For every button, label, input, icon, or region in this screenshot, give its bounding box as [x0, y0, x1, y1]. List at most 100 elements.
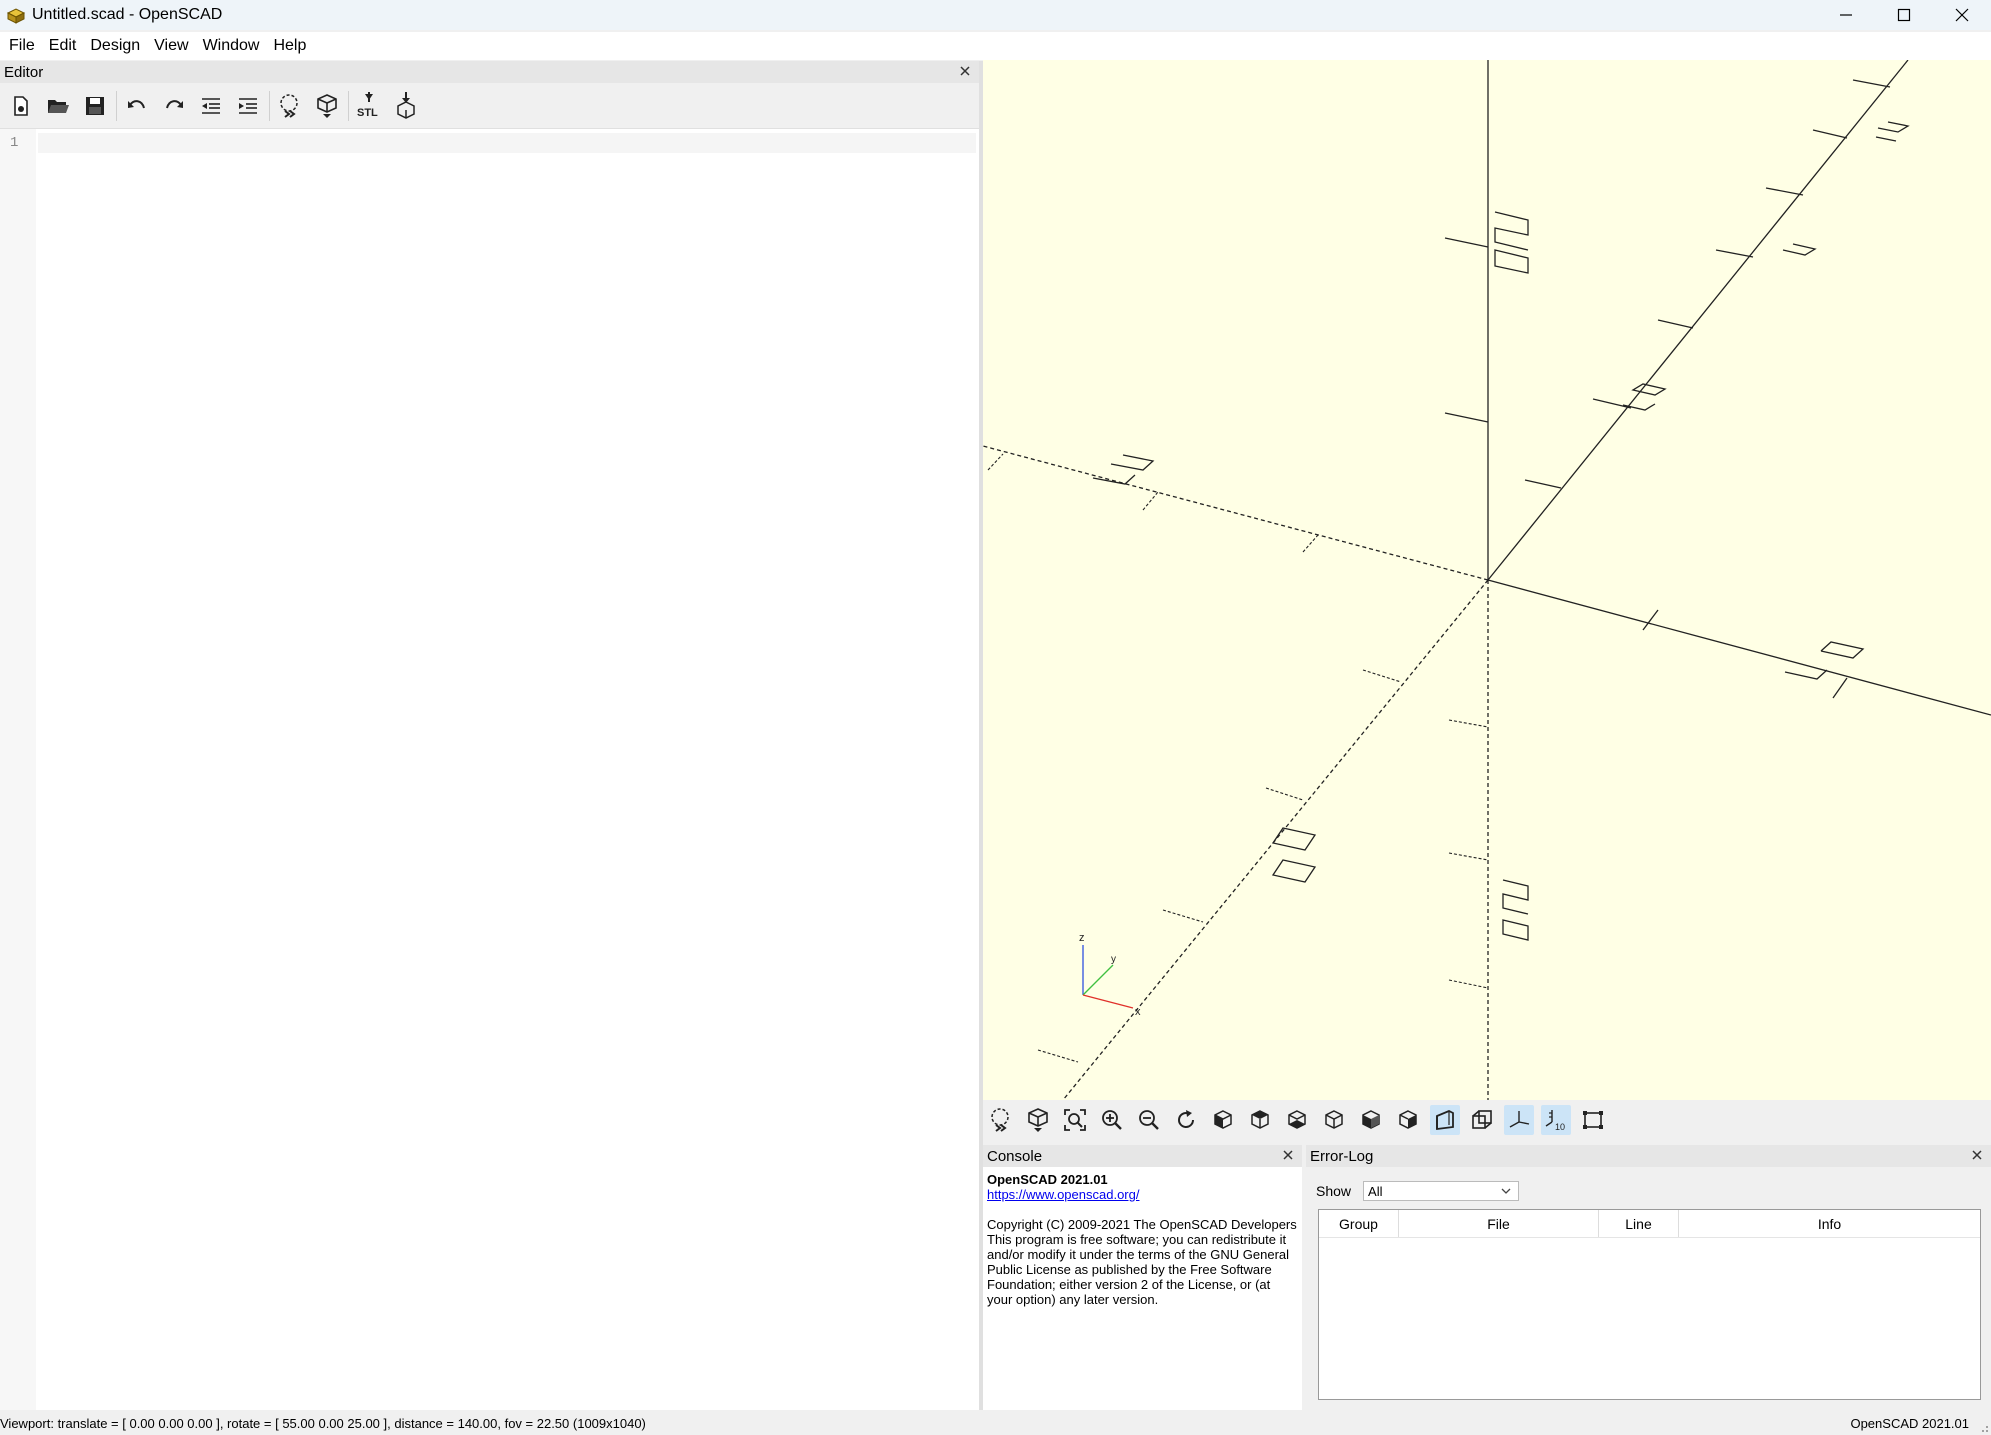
x-axis-negative	[983, 445, 1489, 581]
indent-button[interactable]	[232, 90, 264, 122]
edges-icon	[1583, 1111, 1603, 1129]
scale-markers-icon: 10	[1545, 1110, 1565, 1132]
scale-ticks-negative	[987, 453, 1489, 1063]
show-label: Show	[1316, 1183, 1352, 1199]
unindent-button[interactable]	[195, 90, 227, 122]
zoom-in-icon	[1102, 1110, 1122, 1130]
column-header-line[interactable]: Line	[1599, 1210, 1679, 1237]
indent-icon	[239, 97, 257, 114]
code-editor[interactable]: 1	[0, 129, 979, 1410]
view-left-button[interactable]	[1319, 1105, 1349, 1135]
console-title-bar: Console	[983, 1145, 1302, 1167]
3d-viewport[interactable]: z y x	[983, 60, 1991, 1100]
column-header-file[interactable]: File	[1399, 1210, 1599, 1237]
console-close-icon[interactable]	[1280, 1147, 1296, 1163]
svg-text:10: 10	[1555, 1122, 1565, 1132]
axes-icon	[1509, 1111, 1530, 1128]
view-bottom-icon	[1288, 1110, 1306, 1129]
view-bottom-button[interactable]	[1282, 1105, 1312, 1135]
zoom-fit-icon	[1064, 1109, 1086, 1131]
undo-button[interactable]	[121, 90, 153, 122]
menu-design[interactable]: Design	[83, 37, 147, 55]
axis-indicator-x	[1082, 994, 1134, 1009]
console-output[interactable]: OpenSCAD 2021.01 https://www.openscad.or…	[983, 1167, 1302, 1312]
viewport-status: Viewport: translate = [ 0.00 0.00 0.00 ]…	[0, 1416, 646, 1431]
orthogonal-icon	[1472, 1110, 1492, 1129]
zoom-in-button[interactable]	[1097, 1105, 1127, 1135]
preview-icon	[280, 93, 298, 118]
axis-indicator: z y x	[1079, 932, 1141, 1018]
axis-label-z: z	[1079, 932, 1085, 944]
minimize-button[interactable]	[1817, 0, 1875, 30]
view-top-button[interactable]	[1245, 1105, 1275, 1135]
axis-label-y: y	[1111, 954, 1116, 965]
orthogonal-button[interactable]	[1467, 1105, 1497, 1135]
column-header-info[interactable]: Info	[1679, 1210, 1980, 1237]
editor-title: Editor	[4, 63, 44, 81]
redo-button[interactable]	[158, 90, 190, 122]
axis-label-x: x	[1135, 1006, 1141, 1018]
view-back-icon	[1399, 1110, 1417, 1129]
send-to-print-button[interactable]	[390, 90, 422, 122]
menu-help[interactable]: Help	[266, 37, 313, 55]
view-back-button[interactable]	[1393, 1105, 1423, 1135]
new-file-button[interactable]	[5, 90, 37, 122]
error-log-close-icon[interactable]	[1969, 1147, 1985, 1163]
show-filter-select[interactable]: All	[1363, 1181, 1520, 1201]
export-stl-button[interactable]: STL	[353, 90, 385, 122]
undo-icon	[128, 99, 145, 108]
error-log-panel: Error-Log Show All Group File Line Info	[1306, 1145, 1991, 1410]
close-window-button[interactable]	[1933, 0, 1991, 30]
perspective-icon	[1436, 1110, 1454, 1131]
column-header-group[interactable]: Group	[1319, 1210, 1399, 1237]
view-right-button[interactable]	[1208, 1105, 1238, 1135]
menu-view[interactable]: View	[147, 37, 195, 55]
view-front-button[interactable]	[1356, 1105, 1386, 1135]
show-axes-button[interactable]	[1504, 1105, 1534, 1135]
console-version-heading: OpenSCAD 2021.01	[987, 1172, 1108, 1187]
error-log-table[interactable]: Group File Line Info	[1318, 1209, 1981, 1400]
show-scale-markers-button[interactable]: 10	[1541, 1105, 1571, 1135]
openscad-website-link[interactable]: https://www.openscad.org/	[987, 1187, 1298, 1202]
save-icon	[86, 96, 104, 115]
toolbar-separator	[116, 90, 117, 121]
unindent-icon	[202, 97, 220, 114]
open-file-button[interactable]	[42, 90, 74, 122]
version-status: OpenSCAD 2021.01	[1850, 1416, 1969, 1431]
editor-close-icon[interactable]	[957, 63, 973, 79]
render-button[interactable]	[311, 90, 343, 122]
resize-grip-icon[interactable]	[1977, 1421, 1989, 1433]
show-edges-button[interactable]	[1578, 1105, 1608, 1135]
error-log-title: Error-Log	[1310, 1147, 1374, 1165]
reset-view-button[interactable]	[1171, 1105, 1201, 1135]
print-3d-icon	[397, 91, 415, 119]
menu-edit[interactable]: Edit	[42, 37, 84, 55]
close-icon	[1955, 8, 1969, 22]
svg-text:STL: STL	[357, 107, 378, 119]
console-panel: Console OpenSCAD 2021.01 https://www.ope…	[983, 1145, 1302, 1410]
viewport-toolbar: 10	[983, 1100, 1991, 1140]
maximize-icon	[1897, 8, 1911, 22]
vp-preview-button[interactable]	[986, 1105, 1016, 1135]
menu-window[interactable]: Window	[196, 37, 267, 55]
view-top-icon	[1251, 1110, 1269, 1129]
show-filter-value: All	[1368, 1183, 1383, 1199]
openscad-app-icon	[6, 8, 26, 24]
maximize-button[interactable]	[1875, 0, 1933, 30]
redo-icon	[166, 99, 183, 108]
perspective-button[interactable]	[1430, 1105, 1460, 1135]
menu-file[interactable]: File	[2, 37, 42, 55]
title-bar: Untitled.scad - OpenSCAD	[0, 0, 1991, 30]
view-all-button[interactable]	[1060, 1105, 1090, 1135]
editor-title-bar: Editor	[0, 61, 979, 83]
render-cube-icon	[1028, 1108, 1048, 1132]
error-log-title-bar: Error-Log	[1306, 1145, 1991, 1167]
zoom-out-button[interactable]	[1134, 1105, 1164, 1135]
window-controls	[1817, 0, 1991, 30]
window-title: Untitled.scad - OpenSCAD	[32, 6, 223, 23]
console-copyright: Copyright (C) 2009-2021 The OpenSCAD Dev…	[987, 1217, 1297, 1232]
preview-button[interactable]	[274, 90, 306, 122]
vp-render-button[interactable]	[1023, 1105, 1053, 1135]
editor-panel: Editor STL 1	[0, 61, 979, 1410]
save-button[interactable]	[79, 90, 111, 122]
